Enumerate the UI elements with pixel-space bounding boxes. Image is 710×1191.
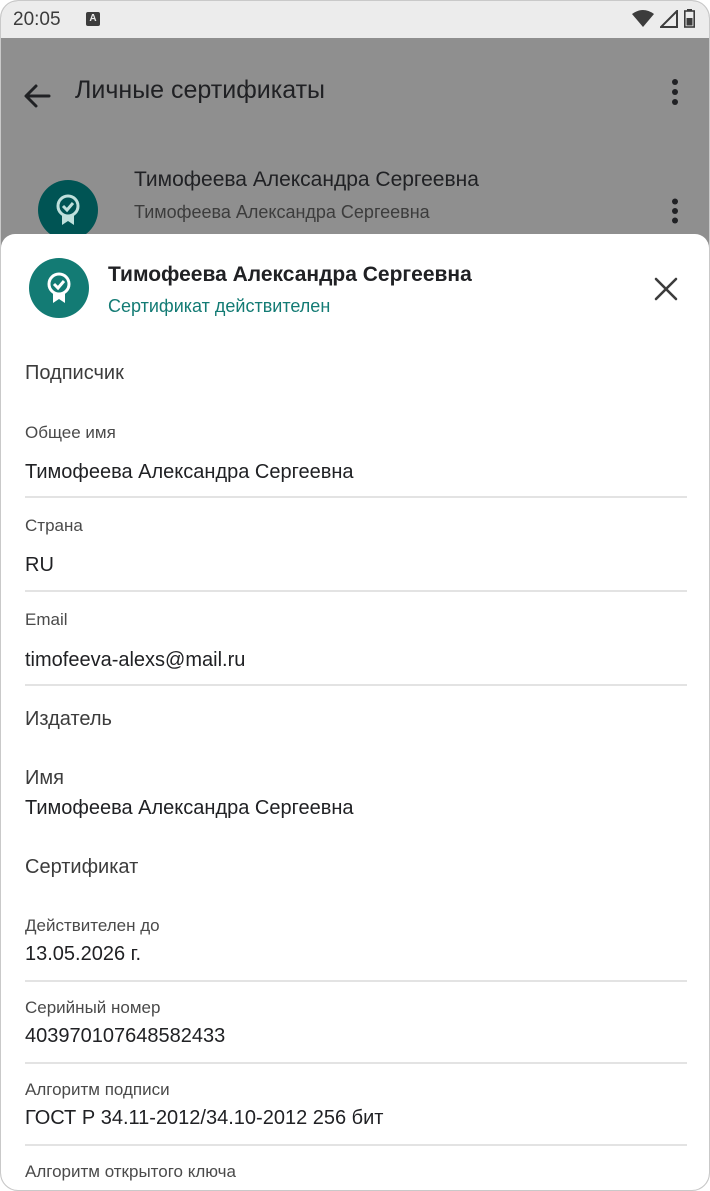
field-value-country: RU — [25, 554, 54, 576]
list-item-title: Тимофеева Александра Сергеевна — [134, 168, 479, 191]
back-arrow-icon[interactable] — [21, 80, 53, 112]
divider — [25, 496, 687, 498]
field-label-common-name: Общее имя — [25, 423, 116, 442]
field-value-email: timofeeva-alexs@mail.ru — [25, 649, 246, 671]
certificate-avatar — [29, 258, 89, 318]
certificate-badge-icon — [56, 194, 80, 225]
list-item[interactable]: Тимофеева Александра Сергеевна Тимофеева… — [1, 146, 709, 240]
certificate-status: Сертификат действителен — [108, 296, 331, 316]
wifi-icon — [632, 9, 654, 27]
field-label-valid-until: Действителен до — [25, 916, 160, 935]
close-icon[interactable] — [653, 276, 679, 302]
divider — [25, 684, 687, 686]
field-label-signature-algorithm: Алгоритм подписи — [25, 1080, 170, 1099]
battery-icon — [684, 9, 695, 28]
field-value-issuer-name: Тимофеева Александра Сергеевна — [25, 797, 354, 819]
field-label-country: Страна — [25, 516, 83, 535]
certificate-badge-icon — [47, 272, 71, 303]
field-label-issuer-name: Имя — [25, 767, 64, 789]
field-value-valid-until: 13.05.2026 г. — [25, 943, 142, 965]
page-title: Личные сертификаты — [75, 76, 325, 104]
screen: 20:05 A Личные сертификаты Тимофеева Але… — [0, 0, 710, 1191]
app-bar: Личные сертификаты — [1, 38, 709, 146]
field-value-signature-algorithm: ГОСТ Р 34.11-2012/34.10-2012 256 бит — [25, 1107, 384, 1129]
status-bar: 20:05 A — [1, 1, 709, 38]
divider — [25, 980, 687, 982]
list-item-subtitle: Тимофеева Александра Сергеевна — [134, 202, 430, 222]
field-label-email: Email — [25, 610, 68, 629]
section-heading-certificate: Сертификат — [25, 856, 139, 878]
signal-icon — [660, 9, 678, 28]
status-time: 20:05 — [13, 9, 61, 30]
more-vert-icon[interactable] — [671, 78, 679, 106]
more-vert-icon[interactable] — [671, 198, 679, 224]
field-label-public-key-algorithm: Алгоритм открытого ключа — [25, 1162, 236, 1181]
section-heading-issuer: Издатель — [25, 708, 112, 730]
divider — [25, 590, 687, 592]
certificate-details-sheet: Тимофеева Александра Сергеевна Сертифика… — [1, 234, 709, 1190]
section-heading-subscriber: Подписчик — [25, 362, 124, 384]
divider — [25, 1144, 687, 1146]
app-notification-icon: A — [86, 12, 100, 26]
certificate-avatar — [38, 180, 98, 240]
sheet-title: Тимофеева Александра Сергеевна — [108, 263, 472, 286]
divider — [25, 1062, 687, 1064]
field-value-serial: 403970107648582433 — [25, 1025, 226, 1047]
field-label-serial: Серийный номер — [25, 998, 161, 1017]
status-icons — [632, 9, 695, 28]
field-value-common-name: Тимофеева Александра Сергеевна — [25, 461, 354, 483]
